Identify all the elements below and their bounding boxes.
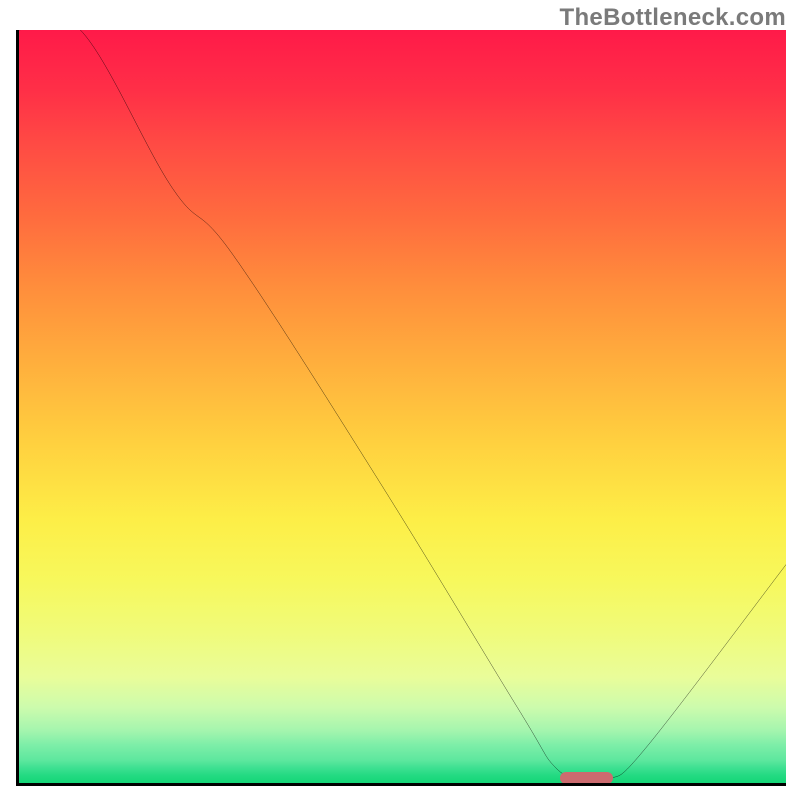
optimum-marker [560, 772, 614, 784]
watermark-text: TheBottleneck.com [560, 4, 786, 32]
bottleneck-curve [19, 30, 786, 783]
chart-canvas: TheBottleneck.com [0, 0, 800, 800]
plot-area [16, 30, 786, 786]
